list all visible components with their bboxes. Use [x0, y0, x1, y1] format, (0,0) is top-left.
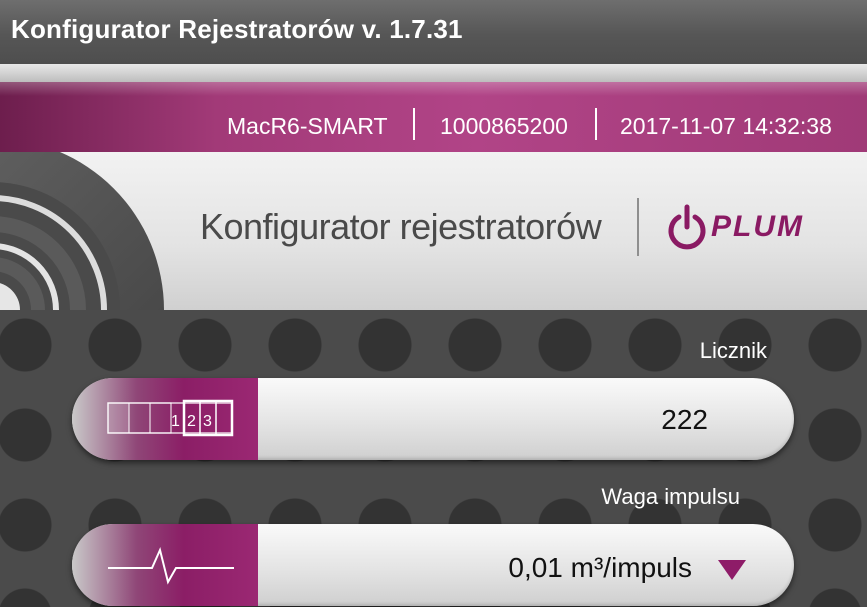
- pulse-weight-label: Waga impulsu: [601, 484, 740, 509]
- window-title: Konfigurator Rejestratorów v. 1.7.31: [11, 14, 463, 44]
- counter-field[interactable]: 1 2 3 222: [72, 378, 794, 460]
- title-divider: [0, 64, 867, 82]
- logo-text: PLUM: [711, 210, 804, 243]
- header-separator: [637, 198, 639, 256]
- info-separator: [595, 108, 597, 140]
- title-bar: Konfigurator Rejestratorów v. 1.7.31: [0, 0, 867, 65]
- counter-value: 222: [661, 404, 708, 435]
- counter-digit: 3: [203, 413, 212, 430]
- decorative-rings: [0, 152, 164, 310]
- device-model: MacR6-SMART: [227, 113, 388, 139]
- counter-icon: 1 2 3: [107, 399, 234, 437]
- chevron-down-icon[interactable]: [718, 560, 746, 580]
- pulse-weight-value: 0,01 m³/impuls: [508, 552, 692, 583]
- app-heading: Konfigurator rejestratorów: [200, 206, 602, 247]
- pulse-weight-dropdown[interactable]: 0,01 m³/impuls: [72, 524, 794, 606]
- counter-digit: 1: [171, 413, 180, 430]
- counter-badge: 1 2 3: [72, 378, 258, 460]
- power-icon: [668, 204, 706, 250]
- pulse-wave-icon: [108, 546, 234, 585]
- counter-label: Licznik: [699, 338, 767, 363]
- pulse-badge: [72, 524, 258, 606]
- info-separator: [413, 108, 415, 140]
- counter-digit: 2: [187, 413, 196, 430]
- plum-logo: PLUM: [665, 203, 837, 251]
- device-datetime: 2017-11-07 14:32:38: [620, 113, 832, 139]
- device-serial: 1000865200: [440, 113, 568, 139]
